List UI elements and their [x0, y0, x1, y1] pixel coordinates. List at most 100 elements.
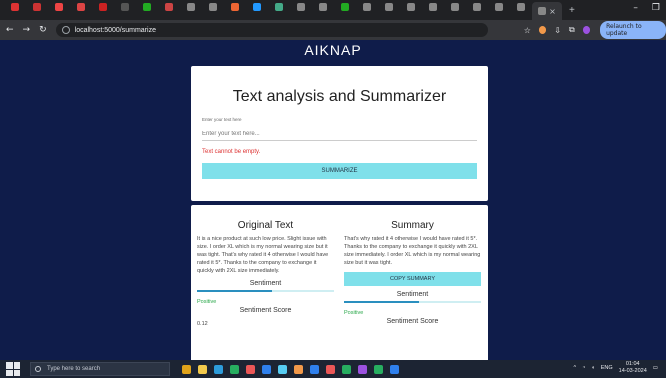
network-icon[interactable]: ◔ — [582, 365, 585, 371]
extension-icon[interactable] — [538, 26, 547, 34]
browser-tab[interactable] — [180, 0, 201, 14]
pinned-app-icon[interactable] — [374, 364, 383, 374]
back-icon[interactable]: ← — [6, 25, 14, 35]
bookmark-star-icon[interactable]: ☆ — [524, 26, 531, 35]
search-icon — [35, 366, 41, 372]
relaunch-button[interactable]: Relaunch to update — [600, 21, 666, 39]
browser-tab[interactable]: × — [532, 2, 562, 20]
tab-favicon-icon — [98, 3, 107, 11]
pinned-app-icon[interactable] — [198, 364, 207, 374]
browser-tab[interactable] — [268, 0, 289, 14]
windows-start-icon[interactable] — [6, 362, 20, 376]
browser-tab[interactable] — [422, 0, 443, 14]
browser-tab[interactable] — [378, 0, 399, 14]
new-tab-button[interactable]: + — [569, 5, 575, 16]
pinned-app-icon[interactable] — [230, 364, 239, 374]
tab-list: × — [4, 0, 563, 20]
tab-favicon-icon — [120, 3, 129, 11]
close-tab-icon[interactable]: × — [549, 7, 556, 16]
pinned-app-icon[interactable] — [294, 364, 303, 374]
browser-tab[interactable] — [114, 0, 135, 14]
original-sentiment-value: Positive — [197, 299, 217, 305]
pinned-app-icon[interactable] — [310, 364, 319, 374]
summary-sentiment-bar — [344, 301, 481, 303]
tab-favicon-icon — [76, 3, 85, 11]
browser-tab[interactable] — [4, 0, 25, 14]
pinned-app-icon[interactable] — [262, 364, 271, 374]
browser-tab[interactable] — [290, 0, 311, 14]
url-text: localhost:5000/summarize — [74, 26, 156, 34]
browser-tab-strip: × + – ❐ — [0, 0, 666, 20]
browser-tab[interactable] — [158, 0, 179, 14]
browser-tab[interactable] — [312, 0, 333, 14]
browser-tab[interactable] — [246, 0, 267, 14]
text-input[interactable] — [202, 128, 477, 141]
pinned-app-icon[interactable] — [182, 364, 191, 374]
original-sentiment-label: Sentiment — [249, 280, 282, 287]
browser-tab[interactable] — [202, 0, 223, 14]
tab-favicon-icon — [164, 3, 173, 11]
summarize-button[interactable]: SUMMARIZE — [202, 163, 477, 179]
copy-summary-button[interactable]: COPY SUMMARY — [344, 272, 481, 286]
original-score-label: Sentiment Score — [239, 307, 292, 314]
browser-tab[interactable] — [400, 0, 421, 14]
browser-tab[interactable] — [334, 0, 355, 14]
extensions-area: ☆ ⇩ ⧉ Relaunch to update — [524, 21, 666, 39]
language-indicator[interactable]: ENG — [601, 365, 613, 371]
results-card: Original Text It is a nice product at su… — [191, 205, 488, 365]
tab-favicon-icon — [516, 3, 525, 11]
tab-favicon-icon — [208, 3, 217, 11]
clock-time: 01:04 — [625, 361, 640, 367]
site-info-icon[interactable] — [61, 26, 70, 34]
clock[interactable]: 01:04 14-03-2024 — [619, 361, 647, 375]
clock-date: 14-03-2024 — [618, 368, 647, 374]
reload-icon[interactable]: ↻ — [39, 25, 47, 35]
tab-favicon-icon — [362, 3, 371, 11]
tray-chevron-icon[interactable]: ^ — [573, 365, 576, 371]
form-heading: Text analysis and Summarizer — [232, 88, 447, 105]
original-heading: Original Text — [237, 220, 294, 231]
tab-favicon-icon — [472, 3, 481, 11]
browser-tab[interactable] — [444, 0, 465, 14]
browser-tab[interactable] — [92, 0, 113, 14]
tab-favicon-icon — [494, 3, 503, 11]
volume-icon[interactable]: ◖ — [591, 365, 594, 371]
pinned-app-icon[interactable] — [358, 364, 367, 374]
browser-tab[interactable] — [136, 0, 157, 14]
maximize-button[interactable]: ❐ — [652, 3, 660, 13]
tab-favicon-icon — [384, 3, 393, 11]
system-tray: ^ ◔ ◖ ENG 01:04 14-03-2024 ▭ — [573, 361, 658, 375]
tab-favicon-icon — [54, 3, 63, 11]
browser-tab[interactable] — [70, 0, 91, 14]
summary-sentiment-value: Positive — [344, 310, 364, 316]
downloads-icon[interactable]: ⇩ — [554, 26, 561, 35]
summary-score-label: Sentiment Score — [386, 318, 439, 325]
original-text: It is a nice product at such low price. … — [197, 236, 329, 274]
pinned-app-icon[interactable] — [214, 364, 223, 374]
pinned-app-icon[interactable] — [342, 364, 351, 374]
browser-tab[interactable] — [224, 0, 245, 14]
pinned-app-icon[interactable] — [326, 364, 335, 374]
minimize-button[interactable]: – — [633, 3, 638, 13]
tab-favicon-icon — [406, 3, 415, 11]
browser-tab[interactable] — [26, 0, 47, 14]
forward-icon[interactable]: → — [23, 25, 31, 35]
page-content: AIKNAP Text analysis and Summarizer Ente… — [0, 40, 666, 365]
browser-tab[interactable] — [510, 0, 531, 14]
browser-tab[interactable] — [488, 0, 509, 14]
error-message: Text cannot be empty. — [202, 149, 261, 155]
notifications-icon[interactable]: ▭ — [653, 365, 658, 371]
browser-tab[interactable] — [48, 0, 69, 14]
extensions-puzzle-icon[interactable]: ⧉ — [569, 25, 575, 35]
url-field[interactable]: localhost:5000/summarize — [55, 23, 488, 37]
profile-avatar[interactable] — [582, 26, 591, 34]
browser-tab[interactable] — [466, 0, 487, 14]
pinned-app-icon[interactable] — [390, 364, 399, 374]
taskbar-search-placeholder: Type here to search — [47, 366, 101, 372]
browser-tab[interactable] — [356, 0, 377, 14]
taskbar-search[interactable]: Type here to search — [30, 362, 170, 376]
pinned-app-icon[interactable] — [246, 364, 255, 374]
window-controls: – ❐ — [633, 3, 660, 13]
taskbar: Type here to search ^ ◔ ◖ ENG 01:04 14-0… — [0, 360, 666, 378]
pinned-app-icon[interactable] — [278, 364, 287, 374]
